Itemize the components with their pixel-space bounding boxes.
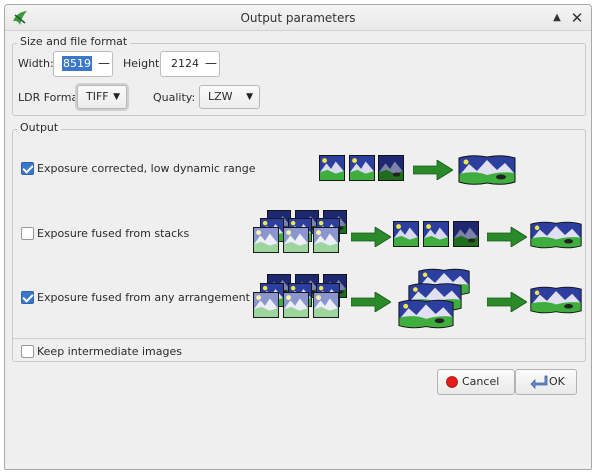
- title-bar: Output parameters ▲ ✕: [5, 5, 591, 31]
- exposure-fused-arrangement-label[interactable]: Exposure fused from any arrangement: [37, 291, 250, 304]
- red-circle-icon: [446, 376, 458, 388]
- panorama-image-icon: [457, 153, 517, 187]
- keep-intermediate-checkbox[interactable]: [21, 345, 34, 358]
- cancel-button[interactable]: Cancel: [437, 369, 515, 395]
- stack-image-icon: [313, 291, 339, 319]
- stack-image-icon: [283, 226, 309, 254]
- keep-intermediate-label[interactable]: Keep intermediate images: [37, 345, 182, 358]
- exposure-corrected-label[interactable]: Exposure corrected, low dynamic range: [37, 162, 255, 175]
- stack-image-icon: [253, 291, 279, 319]
- green-arrow-icon: [351, 292, 391, 312]
- stack-image-icon: [313, 226, 339, 254]
- cancel-label: Cancel: [462, 375, 500, 388]
- quality-value: LZW: [208, 90, 233, 103]
- close-icon[interactable]: ✕: [569, 10, 585, 26]
- panorama-image-icon: [529, 284, 583, 316]
- panorama-image-icon: [529, 219, 583, 251]
- height-decrement-button[interactable]: —: [203, 52, 219, 76]
- quality-label: Quality:: [153, 91, 196, 104]
- width-label: Width:: [18, 57, 54, 70]
- chevron-up-icon[interactable]: ▲: [549, 10, 565, 26]
- output-parameters-window: Output parameters ▲ ✕ Size and file form…: [4, 4, 592, 470]
- output-group-title: Output: [17, 121, 62, 134]
- exposure-corrected-checkbox[interactable]: [21, 162, 34, 175]
- green-arrow-icon: [487, 227, 527, 247]
- landscape-image-icon: [453, 219, 479, 249]
- exposure-fused-arrangement-checkbox[interactable]: [21, 291, 34, 304]
- green-arrow-icon: [487, 292, 527, 312]
- stack-image-icon: [253, 226, 279, 254]
- size-format-group-title: Size and file format: [17, 35, 131, 48]
- width-value: 8519: [62, 56, 92, 71]
- landscape-image-icon: [393, 219, 419, 249]
- landscape-image-icon: [378, 154, 404, 182]
- landscape-image-icon: [349, 154, 375, 182]
- green-arrow-icon: [413, 160, 453, 180]
- exposure-fused-stacks-label[interactable]: Exposure fused from stacks: [37, 227, 189, 240]
- ldr-format-value: TIFF: [86, 90, 109, 103]
- exposure-fused-stacks-checkbox[interactable]: [21, 227, 34, 240]
- panorama-stack-icon: [397, 298, 455, 330]
- ldr-format-label: LDR Format:: [18, 91, 87, 104]
- height-value: 2124: [171, 57, 199, 70]
- quality-select[interactable]: LZW ▼: [199, 85, 260, 109]
- ldr-format-select[interactable]: TIFF ▼: [77, 85, 127, 109]
- ok-button[interactable]: OK: [515, 369, 577, 395]
- ok-label: OK: [549, 375, 565, 388]
- height-label: Height:: [123, 57, 164, 70]
- chevron-down-icon: ▼: [113, 92, 120, 102]
- output-separator: [13, 338, 585, 339]
- stack-image-icon: [283, 291, 309, 319]
- width-input[interactable]: 8519 —: [53, 51, 113, 77]
- enter-arrow-icon: [530, 375, 548, 389]
- green-arrow-icon: [351, 227, 391, 247]
- window-title: Output parameters: [240, 11, 356, 25]
- width-decrement-button[interactable]: —: [96, 52, 112, 76]
- landscape-image-icon: [319, 154, 345, 182]
- chevron-down-icon: ▼: [246, 92, 253, 102]
- height-input[interactable]: 2124 —: [160, 51, 220, 77]
- landscape-image-icon: [423, 219, 449, 249]
